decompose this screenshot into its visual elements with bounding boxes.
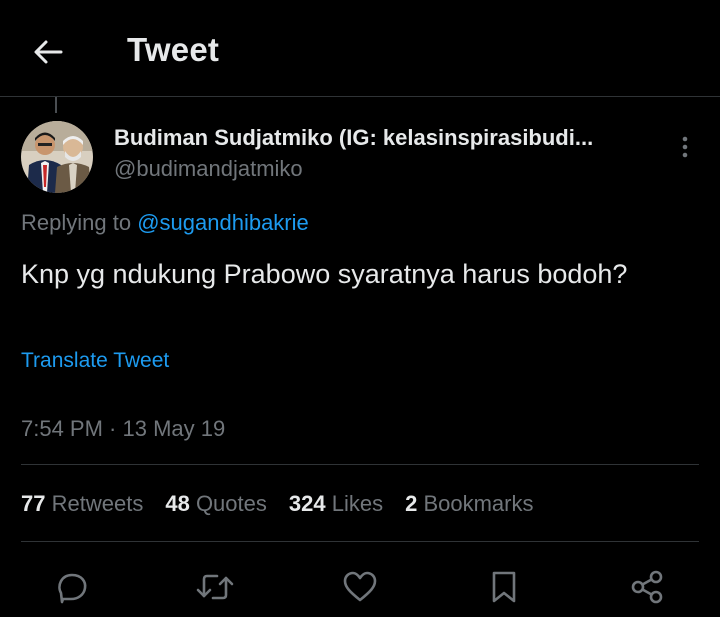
heart-icon xyxy=(342,570,378,604)
reply-button[interactable] xyxy=(52,567,92,607)
share-icon xyxy=(629,569,665,605)
mention-link[interactable]: @sugandhibakrie xyxy=(137,210,309,235)
retweets-label: Retweets xyxy=(51,491,144,516)
replying-to-label: Replying to xyxy=(21,210,132,235)
bookmark-button[interactable] xyxy=(484,567,524,607)
replying-to: Replying to @sugandhibakrie xyxy=(21,210,309,236)
likes-count: 324 xyxy=(288,491,326,516)
retweet-button[interactable] xyxy=(195,567,235,607)
divider xyxy=(21,541,699,542)
reply-icon xyxy=(54,569,90,605)
top-bar: Tweet xyxy=(0,0,720,97)
retweet-icon xyxy=(195,569,235,605)
likes-stat[interactable]: 324 Likes xyxy=(289,491,383,517)
quotes-count: 48 xyxy=(165,491,190,516)
tweet-timestamp[interactable]: 7:54 PM · 13 May 19 xyxy=(21,416,225,442)
author-display-name[interactable]: Budiman Sudjatmiko (IG: kelasinspirasibu… xyxy=(114,125,659,151)
bookmarks-label: Bookmarks xyxy=(423,491,534,516)
bookmarks-count: 2 xyxy=(405,491,418,516)
retweets-stat[interactable]: 77 Retweets xyxy=(21,491,143,517)
bookmarks-stat[interactable]: 2 Bookmarks xyxy=(405,491,533,517)
tweet-text: Knp yg ndukung Prabowo syaratnya harus b… xyxy=(21,259,628,289)
like-button[interactable] xyxy=(340,567,380,607)
bookmark-icon xyxy=(489,569,519,605)
thread-connector-line xyxy=(55,97,57,113)
avatar[interactable] xyxy=(21,121,93,193)
more-vertical-icon xyxy=(681,135,689,159)
tweet-stats: 77 Retweets 48 Quotes 324 Likes 2 Bookma… xyxy=(21,491,534,517)
quotes-label: Quotes xyxy=(195,491,267,516)
translate-tweet-link[interactable]: Translate Tweet xyxy=(21,349,169,373)
arrow-left-icon xyxy=(33,39,63,65)
more-options-button[interactable] xyxy=(671,133,699,161)
author-handle[interactable]: @budimandjatmiko xyxy=(114,156,303,182)
share-button[interactable] xyxy=(627,567,667,607)
likes-label: Likes xyxy=(331,491,384,516)
back-button[interactable] xyxy=(26,30,70,74)
quotes-stat[interactable]: 48 Quotes xyxy=(165,491,267,517)
page-title: Tweet xyxy=(127,31,220,68)
retweets-count: 77 xyxy=(21,491,46,516)
divider xyxy=(21,464,699,465)
